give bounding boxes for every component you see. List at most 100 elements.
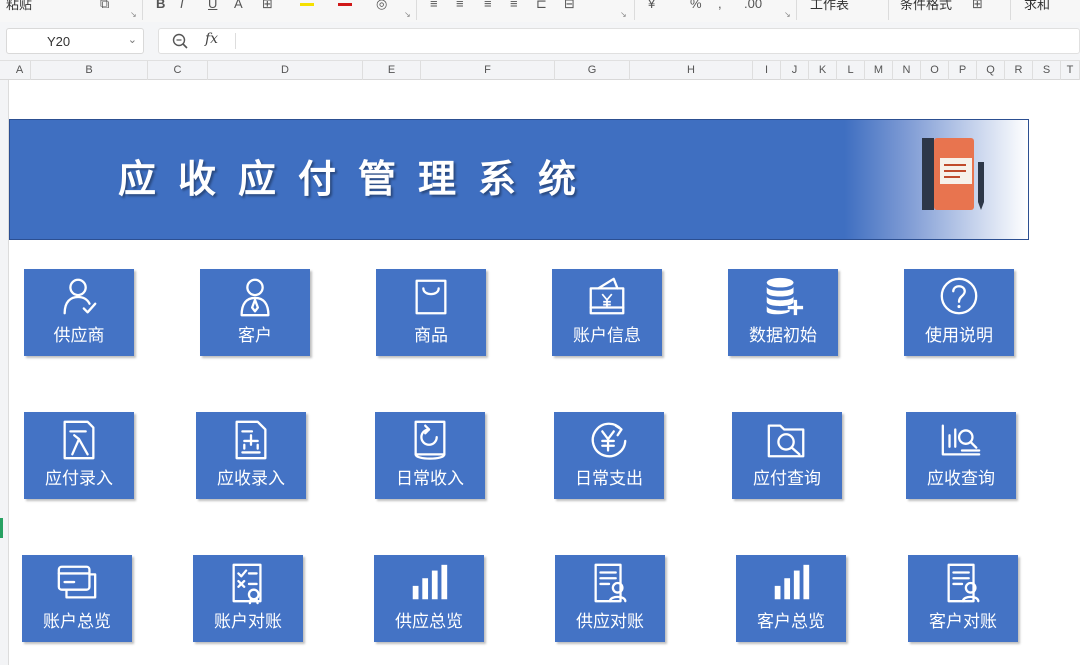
chevron-down-icon[interactable]: ⌄	[128, 33, 137, 46]
column-header-s[interactable]: S	[1033, 61, 1061, 80]
column-header-l[interactable]: L	[837, 61, 865, 80]
menu-tile-12[interactable]: 应收查询	[906, 412, 1016, 499]
column-header-o[interactable]: O	[921, 61, 949, 80]
ribbon-toolbar: 粘贴 ⧉ ↘ B I U A ⊞ ◎ ↘ ≡ ≡ ≡ ≡ ⊏ ⊟ ↘ ¥ % ,…	[0, 0, 1080, 23]
justify-icon[interactable]: ≡	[510, 0, 518, 11]
menu-tile-1[interactable]: 供应商	[24, 269, 134, 356]
menu-tile-label: 商品	[414, 326, 448, 345]
menu-tile-label: 应收查询	[927, 469, 995, 488]
dialog-launcher-icon[interactable]: ↘	[784, 10, 791, 19]
menu-tile-4[interactable]: 账户信息	[552, 269, 662, 356]
column-header-bar: ABCDEFGHIJKLMNOPQRST	[0, 60, 1080, 80]
menu-tile-label: 客户总览	[757, 612, 825, 631]
freeze-icon[interactable]: ⊞	[972, 0, 983, 12]
ribbon-sheet-label[interactable]: 工作表	[810, 0, 849, 13]
cell-reference: Y20	[47, 34, 71, 49]
menu-tile-17[interactable]: 客户总览	[736, 555, 846, 642]
menu-tile-label: 日常收入	[396, 469, 464, 488]
wrap-text-icon[interactable]: ⊏	[536, 0, 547, 12]
menu-tile-13[interactable]: 账户总览	[22, 555, 132, 642]
currency-icon[interactable]: ¥	[648, 0, 655, 11]
document-in-icon	[63, 420, 95, 460]
wallet-yen-icon	[589, 277, 625, 315]
menu-tile-label: 应收录入	[217, 469, 285, 488]
align-left-icon[interactable]: ≡	[430, 0, 438, 11]
clear-format-icon[interactable]: ◎	[376, 0, 387, 12]
menu-tile-14[interactable]: 账户对账	[193, 555, 303, 642]
ribbon-separator	[416, 0, 417, 20]
notebook-icon	[922, 138, 984, 210]
zoom-icon[interactable]	[171, 32, 189, 50]
column-header-g[interactable]: G	[555, 61, 630, 80]
column-header-r[interactable]: R	[1005, 61, 1033, 80]
menu-tile-label: 使用说明	[925, 326, 993, 345]
percent-icon[interactable]: %	[690, 0, 702, 11]
ribbon-separator	[1010, 0, 1011, 20]
bold-icon[interactable]: B	[156, 0, 165, 11]
column-header-d[interactable]: D	[208, 61, 363, 80]
dialog-launcher-icon[interactable]: ↘	[620, 10, 627, 19]
font-size-icon[interactable]: A	[234, 0, 243, 11]
column-header-t[interactable]: T	[1061, 61, 1080, 80]
menu-tile-16[interactable]: 供应对账	[555, 555, 665, 642]
column-header-p[interactable]: P	[949, 61, 977, 80]
menu-tile-6[interactable]: 使用说明	[904, 269, 1014, 356]
border-icon[interactable]: ⊞	[262, 0, 273, 12]
menu-tile-label: 应付查询	[753, 469, 821, 488]
menu-tile-label: 数据初始	[749, 326, 817, 345]
menu-tile-18[interactable]: 客户对账	[908, 555, 1018, 642]
name-box[interactable]: Y20 ⌄	[6, 28, 144, 54]
menu-tile-15[interactable]: 供应总览	[374, 555, 484, 642]
folder-search-icon	[767, 424, 805, 458]
column-header-i[interactable]: I	[753, 61, 781, 80]
column-header-b[interactable]: B	[31, 61, 148, 80]
menu-tile-label: 账户总览	[43, 612, 111, 631]
column-header-f[interactable]: F	[421, 61, 555, 80]
menu-tile-8[interactable]: 应收录入	[196, 412, 306, 499]
column-header-e[interactable]: E	[363, 61, 421, 80]
menu-tile-10[interactable]: 日常支出	[554, 412, 664, 499]
column-header-a[interactable]: A	[9, 61, 31, 80]
decimal-icon[interactable]: .00	[744, 0, 762, 11]
shopping-bag-icon	[415, 279, 447, 315]
ribbon-conditional-format-label[interactable]: 条件格式	[900, 0, 952, 13]
underline-icon[interactable]: U	[208, 0, 217, 11]
menu-tile-3[interactable]: 商品	[376, 269, 486, 356]
column-header-j[interactable]: J	[781, 61, 809, 80]
checklist-icon	[232, 563, 262, 605]
column-header-n[interactable]: N	[893, 61, 921, 80]
help-circle-icon	[940, 277, 978, 315]
database-plus-icon	[766, 277, 804, 316]
column-header-c[interactable]: C	[148, 61, 208, 80]
menu-tile-5[interactable]: 数据初始	[728, 269, 838, 356]
column-header-h[interactable]: H	[630, 61, 753, 80]
align-right-icon[interactable]: ≡	[484, 0, 492, 11]
ribbon-paste-label[interactable]: 粘贴	[6, 0, 32, 13]
formula-input-area[interactable]: fx	[158, 28, 1080, 54]
column-header-k[interactable]: K	[809, 61, 837, 80]
comma-icon[interactable]: ,	[718, 0, 722, 11]
column-header-m[interactable]: M	[865, 61, 893, 80]
copy-icon[interactable]: ⧉	[100, 0, 109, 12]
menu-tile-11[interactable]: 应付查询	[732, 412, 842, 499]
cards-icon	[57, 565, 97, 599]
function-icon[interactable]: fx	[205, 31, 218, 47]
font-color-icon[interactable]	[338, 3, 352, 6]
ribbon-separator	[796, 0, 797, 20]
italic-icon[interactable]: I	[180, 0, 184, 11]
highlight-color-icon[interactable]	[300, 3, 314, 6]
customer-person-icon	[240, 278, 270, 317]
ribbon-sum-label[interactable]: 求和	[1024, 0, 1050, 13]
document-out-icon	[235, 420, 267, 460]
menu-tile-7[interactable]: 应付录入	[24, 412, 134, 499]
merge-cells-icon[interactable]: ⊟	[564, 0, 575, 12]
menu-tile-label: 账户信息	[573, 326, 641, 345]
dialog-launcher-icon[interactable]: ↘	[130, 10, 137, 19]
column-header-q[interactable]: Q	[977, 61, 1005, 80]
menu-tile-9[interactable]: 日常收入	[375, 412, 485, 499]
active-row-marker	[0, 518, 3, 538]
menu-tile-label: 应付录入	[45, 469, 113, 488]
align-center-icon[interactable]: ≡	[456, 0, 464, 11]
menu-tile-2[interactable]: 客户	[200, 269, 310, 356]
dialog-launcher-icon[interactable]: ↘	[404, 10, 411, 19]
